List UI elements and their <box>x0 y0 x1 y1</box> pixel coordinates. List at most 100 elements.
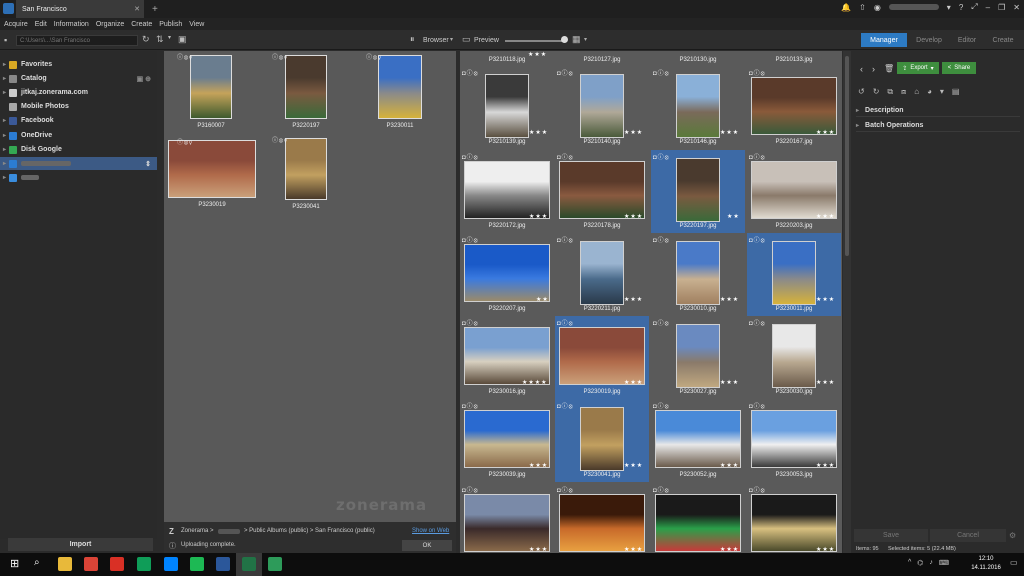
rotate-right-icon[interactable]: ↻ <box>873 87 880 97</box>
photo-thumbnail[interactable] <box>559 327 645 385</box>
section-description[interactable]: ▸ Description <box>856 104 1020 117</box>
drive-sort-icon[interactable]: ⇕ <box>145 160 151 168</box>
navigator-item[interactable]: ▸ <box>0 171 157 184</box>
photo-thumbnail[interactable] <box>559 494 645 552</box>
rating-stars[interactable]: ★★★★ <box>522 379 548 386</box>
back-icon[interactable]: ‹ <box>860 64 863 74</box>
dropdown-icon[interactable]: ▾ <box>947 3 951 12</box>
menu-information[interactable]: Information <box>54 21 89 28</box>
tray-arrow-icon[interactable]: ^ <box>908 559 911 567</box>
zoner-icon[interactable] <box>268 557 282 571</box>
photo-thumbnail[interactable] <box>655 494 741 552</box>
browser-dropdown-icon[interactable]: ▾ <box>450 36 453 43</box>
spotify-icon[interactable] <box>190 557 204 571</box>
photo-thumbnail[interactable] <box>580 407 624 471</box>
rating-stars[interactable]: ★★★ <box>816 462 835 469</box>
expand-arrow-icon[interactable]: ▸ <box>0 61 9 68</box>
hangouts-icon[interactable] <box>137 557 151 571</box>
menu-view[interactable]: View <box>189 21 204 28</box>
new-tab-button[interactable]: + <box>152 4 158 15</box>
menu-edit[interactable]: Edit <box>35 21 47 28</box>
clock-time[interactable]: 12:10 <box>968 556 1004 562</box>
menu-organize[interactable]: Organize <box>96 21 124 28</box>
photo-thumbnail[interactable] <box>464 161 550 219</box>
keyboard-icon[interactable]: ⌨ <box>939 559 949 567</box>
rating-stars[interactable]: ★★★ <box>529 462 548 469</box>
rating-stars[interactable]: ★★★ <box>720 546 739 553</box>
rating-stars[interactable]: ★★★ <box>529 129 548 136</box>
move-icon[interactable]: ⧈ <box>901 87 906 97</box>
maximize-button[interactable]: ❐ <box>998 3 1005 12</box>
expand-arrow-icon[interactable]: ▸ <box>0 132 9 139</box>
help-icon[interactable]: ? <box>959 3 963 12</box>
rotate-left-icon[interactable]: ↺ <box>858 87 865 97</box>
rating-stars[interactable]: ★★ <box>536 296 549 303</box>
menu-create[interactable]: Create <box>131 21 152 28</box>
rating-stars[interactable]: ★★★ <box>624 213 643 220</box>
rating-stars[interactable]: ★★★ <box>624 296 643 303</box>
forward-icon[interactable]: › <box>872 64 875 74</box>
photo-thumbnail[interactable] <box>655 410 741 468</box>
save-button[interactable]: Save <box>854 529 928 542</box>
navigator-item[interactable]: ▸ Catalog ▣ ⊕ <box>0 72 157 85</box>
rating-stars[interactable]: ★★★ <box>624 462 643 469</box>
import-button[interactable]: Import <box>8 538 153 551</box>
fullscreen-icon[interactable]: ⤢ <box>971 2 977 12</box>
expand-arrow-icon[interactable]: ▸ <box>0 117 9 124</box>
navigator-item[interactable]: ▸ Favorites <box>0 58 157 71</box>
photo-thumbnail[interactable] <box>676 324 720 388</box>
show-on-web-link[interactable]: Show on Web <box>412 528 449 534</box>
preview-toggle[interactable]: Preview <box>474 37 499 44</box>
gmail-icon[interactable] <box>110 557 124 571</box>
new-folder-icon[interactable]: ▣ <box>178 34 187 45</box>
photo-thumbnail[interactable] <box>464 410 550 468</box>
breadcrumb-prefix[interactable]: Zonerama > <box>181 528 214 534</box>
color-label-icon[interactable]: ◕ <box>927 87 932 97</box>
rating-stars[interactable]: ★★★ <box>624 129 643 136</box>
breadcrumb[interactable]: > Public Albums (public) > San Francisco… <box>244 528 375 534</box>
album-thumbnail[interactable] <box>190 55 232 119</box>
export-button[interactable]: ⇪ Export ▾ <box>897 62 939 74</box>
browser-view-icon[interactable]: ⏸ <box>410 34 415 45</box>
trash-icon[interactable]: 🗑 <box>884 64 894 73</box>
copy-icon[interactable]: ⧉ <box>887 87 893 97</box>
cancel-button[interactable]: Cancel <box>930 529 1006 542</box>
rating-stars[interactable]: ★★★ <box>529 546 548 553</box>
catalog-folder-icon[interactable]: ▣ ⊕ <box>137 75 151 83</box>
section-batch-operations[interactable]: ▸ Batch Operations <box>856 119 1020 132</box>
rating-stars[interactable]: ★★★ <box>816 129 835 136</box>
photo-thumbnail[interactable] <box>751 77 837 135</box>
browser-toggle[interactable]: Browser <box>423 37 449 44</box>
path-input[interactable]: C:\Users\...\San Francisco <box>16 35 138 46</box>
photo-thumbnail[interactable] <box>751 494 837 552</box>
expand-arrow-icon[interactable]: ▸ <box>0 174 9 181</box>
rating-stars[interactable]: ★★★ <box>720 462 739 469</box>
photo-thumbnail[interactable] <box>559 161 645 219</box>
photo-thumbnail[interactable] <box>485 74 529 138</box>
rating-stars[interactable]: ★★★ <box>720 379 739 386</box>
photo-thumbnail[interactable] <box>464 327 550 385</box>
menu-publish[interactable]: Publish <box>159 21 182 28</box>
rating-stars[interactable]: ★★★ <box>720 296 739 303</box>
photo-thumbnail[interactable] <box>580 74 624 138</box>
expand-arrow-icon[interactable]: ▸ <box>0 160 9 167</box>
photo-thumbnail[interactable] <box>464 494 550 552</box>
album-thumbnail[interactable] <box>378 55 422 119</box>
photo-thumbnail[interactable] <box>772 241 816 305</box>
album-thumbnail[interactable] <box>168 140 256 198</box>
file-explorer-icon[interactable] <box>58 557 72 571</box>
ok-button[interactable]: OK <box>402 540 452 551</box>
grid-dropdown-icon[interactable]: ▾ <box>584 36 587 43</box>
share-button[interactable]: < Share <box>942 62 976 74</box>
navigator-item[interactable]: ▸ jitkaj.zonerama.com <box>0 86 157 99</box>
expand-arrow-icon[interactable]: ▸ <box>0 146 9 153</box>
album-thumbnail[interactable] <box>285 55 327 119</box>
album-thumbnail[interactable] <box>285 138 327 200</box>
photo-thumbnail[interactable] <box>751 161 837 219</box>
photo-thumbnail[interactable] <box>676 158 720 222</box>
expand-arrow-icon[interactable]: ▸ <box>0 75 9 82</box>
rating-stars[interactable]: ★★ <box>727 213 740 220</box>
messenger-icon[interactable] <box>164 557 178 571</box>
close-button[interactable]: ✕ <box>1013 3 1020 12</box>
chevron-down-icon[interactable]: ▾ <box>168 34 171 41</box>
